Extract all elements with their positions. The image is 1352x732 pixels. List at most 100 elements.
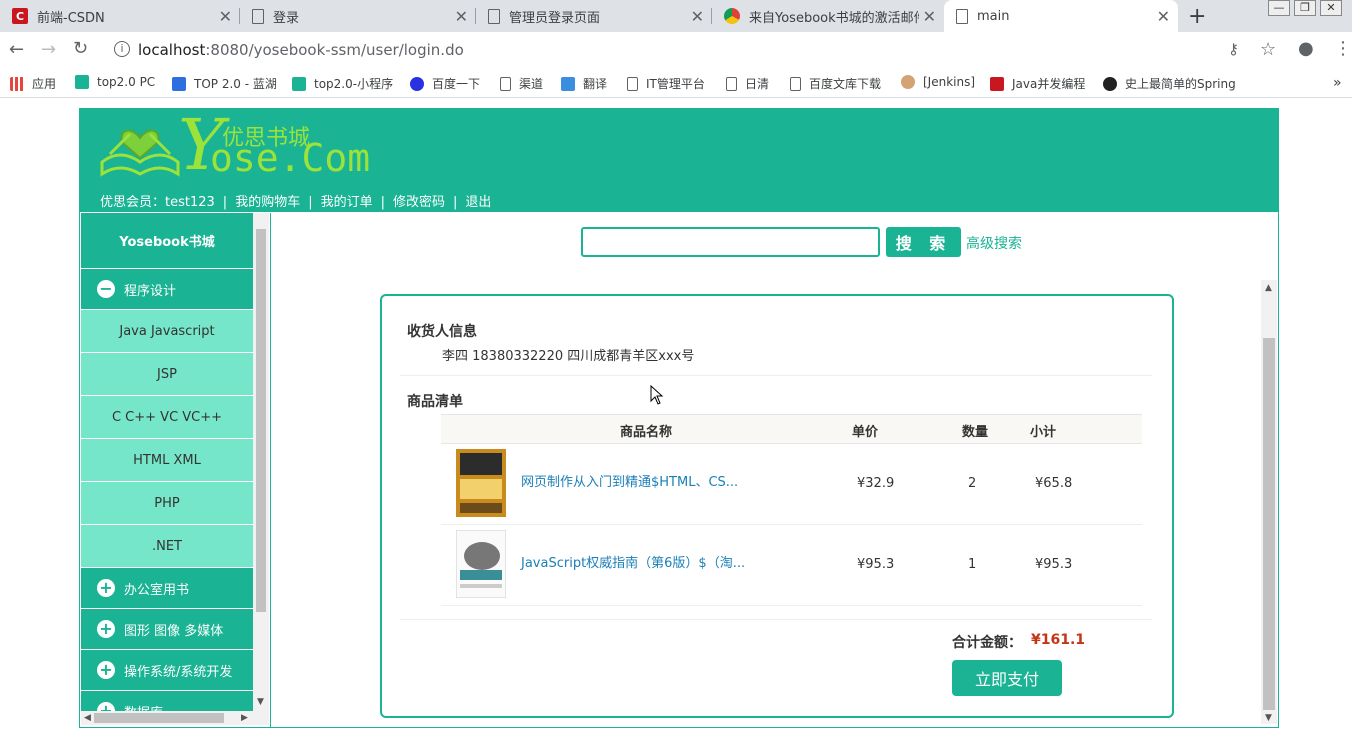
bookmark-top2-pc[interactable]: top2.0 PC [75,75,155,89]
tab-activation-mail[interactable]: 来自Yosebook书城的激活邮件 ✕ [712,0,944,32]
tab-label: 登录 [273,10,300,26]
logo-book-icon [100,129,180,177]
search-button[interactable]: 搜 索 [886,227,961,257]
sidebar-scroll-thumb[interactable] [256,229,266,612]
category-sidebar: Yosebook书城 − 程序设计 Java Javascript JSP C … [81,213,253,711]
close-window-icon[interactable]: ✕ [1320,0,1342,16]
scroll-down-icon[interactable]: ▼ [1265,713,1272,723]
bookmark-lanhu[interactable]: TOP 2.0 - 蓝湖 [172,75,277,92]
sidebar-category-programming[interactable]: − 程序设计 [81,269,253,310]
tab-admin-login[interactable]: 管理员登录页面 ✕ [476,0,712,32]
bookmark-miniprogram[interactable]: top2.0-小程序 [292,75,393,92]
document-icon [790,76,801,91]
bookmark-riqing[interactable]: 日清 [726,75,769,92]
document-icon [252,8,264,24]
bookmark-it-platform[interactable]: IT管理平台 [627,75,705,92]
plus-circle-icon: + [97,620,115,638]
back-icon[interactable]: ← [9,39,24,60]
more-bookmarks-icon[interactable]: » [1333,75,1342,91]
bookmark-translate[interactable]: 翻译 [561,75,607,92]
pay-now-button[interactable]: 立即支付 [952,660,1062,696]
main-scroll-thumb[interactable] [1263,338,1275,710]
bookmark-label: top2.0-小程序 [314,77,394,91]
tab-label: 来自Yosebook书城的激活邮件 [749,10,919,26]
close-icon[interactable]: ✕ [923,7,936,26]
sidebar-subitem[interactable]: PHP [81,482,253,525]
product-name-link[interactable]: JavaScript权威指南（第6版）$（淘... [521,552,745,571]
restore-icon[interactable]: ❐ [1294,0,1316,16]
bookmark-channel[interactable]: 渠道 [500,75,543,92]
product-name-link[interactable]: 网页制作从入门到精通$HTML、CS... [521,471,738,490]
sidebar-category[interactable]: + 操作系统/系统开发 [81,650,253,691]
menu-icon[interactable]: ⋮ [1334,38,1352,59]
plus-circle-icon: + [97,579,115,597]
info-icon[interactable]: i [114,41,130,57]
url-text[interactable]: localhost:8080/yosebook-ssm/user/login.d… [138,41,464,59]
sidebar-hscroll-thumb[interactable] [94,713,224,723]
book-cover-image[interactable] [456,530,506,598]
section-divider [400,375,1152,376]
sidebar-subitem[interactable]: C C++ VC VC++ [81,396,253,439]
bookmark-label: 翻译 [583,77,608,91]
search-input[interactable] [581,227,880,257]
book-cover-image[interactable] [456,449,506,517]
scroll-up-icon[interactable]: ▲ [1265,283,1272,293]
column-header-qty: 数量 [962,425,989,440]
tab-csdn[interactable]: C 前端-CSDN ✕ [0,0,240,32]
unit-price: ¥95.3 [857,557,895,572]
nav-separator: | [380,195,385,210]
new-tab-icon[interactable]: + [1188,4,1206,29]
sidebar-category[interactable]: + 图形 图像 多媒体 [81,609,253,650]
minimize-icon[interactable]: — [1268,0,1290,16]
receiver-info: 李四 18380332220 四川成都青羊区xxx号 [442,349,695,364]
profile-icon[interactable]: ● [1298,38,1314,59]
bookmark-baidu[interactable]: 百度一下 [410,75,480,92]
close-icon[interactable]: ✕ [219,7,232,26]
star-icon[interactable]: ☆ [1260,39,1276,60]
sidebar-subitem[interactable]: JSP [81,353,253,396]
sidebar-subitem[interactable]: HTML XML [81,439,253,482]
bookmark-apps[interactable]: 应用 [10,75,56,92]
bookmark-label: top2.0 PC [97,75,156,89]
sidebar-subitem[interactable]: Java Javascript [81,310,253,353]
sidebar-category[interactable]: + 数据库 [81,691,253,711]
tab-main[interactable]: main ✕ [944,0,1178,32]
cart-link[interactable]: 我的购物车 [235,195,300,210]
category-label: 操作系统/系统开发 [124,664,233,680]
nav-separator: | [222,195,228,210]
close-icon[interactable]: ✕ [691,7,704,26]
forward-icon[interactable]: → [41,39,56,60]
advanced-search-link[interactable]: 高级搜索 [966,233,1022,253]
tab-login[interactable]: 登录 ✕ [240,0,476,32]
bookmark-label: Java并发编程 [1012,77,1086,91]
close-icon[interactable]: ✕ [455,7,468,26]
scroll-left-icon[interactable]: ◀ [84,713,91,723]
lanhu-icon [172,76,186,91]
bookmark-java-concurrency[interactable]: Java并发编程 [990,75,1085,92]
logo-text: ose.Com [210,136,371,180]
reload-icon[interactable]: ↻ [73,38,88,59]
bookmark-wenku[interactable]: 百度文库下载 [790,75,881,92]
mouse-cursor-icon [650,385,664,405]
scroll-down-icon[interactable]: ▼ [257,697,264,707]
sidebar-title: Yosebook书城 [81,213,253,269]
section-divider [400,619,1152,620]
column-header-name: 商品名称 [620,425,673,440]
scroll-right-icon[interactable]: ▶ [241,713,248,723]
bookmark-label: 应用 [32,77,57,91]
document-icon [488,8,500,24]
bookmark-label: 日清 [745,77,770,91]
bookmark-jenkins[interactable]: [Jenkins] [901,75,975,89]
close-icon[interactable]: ✕ [1157,7,1170,26]
nav-separator: | [453,195,458,210]
bookmark-spring[interactable]: 史上最简单的Spring [1103,75,1235,92]
sidebar-category[interactable]: + 办公室用书 [81,568,253,609]
key-icon[interactable]: ⚷ [1228,40,1239,58]
sidebar-subitem[interactable]: .NET [81,525,253,568]
item-list-title: 商品清单 [407,394,463,410]
bookmark-label: 百度一下 [432,77,481,91]
bookmark-label: TOP 2.0 - 蓝湖 [194,77,277,91]
change-password-link[interactable]: 修改密码 [393,195,445,210]
orders-link[interactable]: 我的订单 [321,195,373,210]
logout-link[interactable]: 退出 [465,195,491,210]
